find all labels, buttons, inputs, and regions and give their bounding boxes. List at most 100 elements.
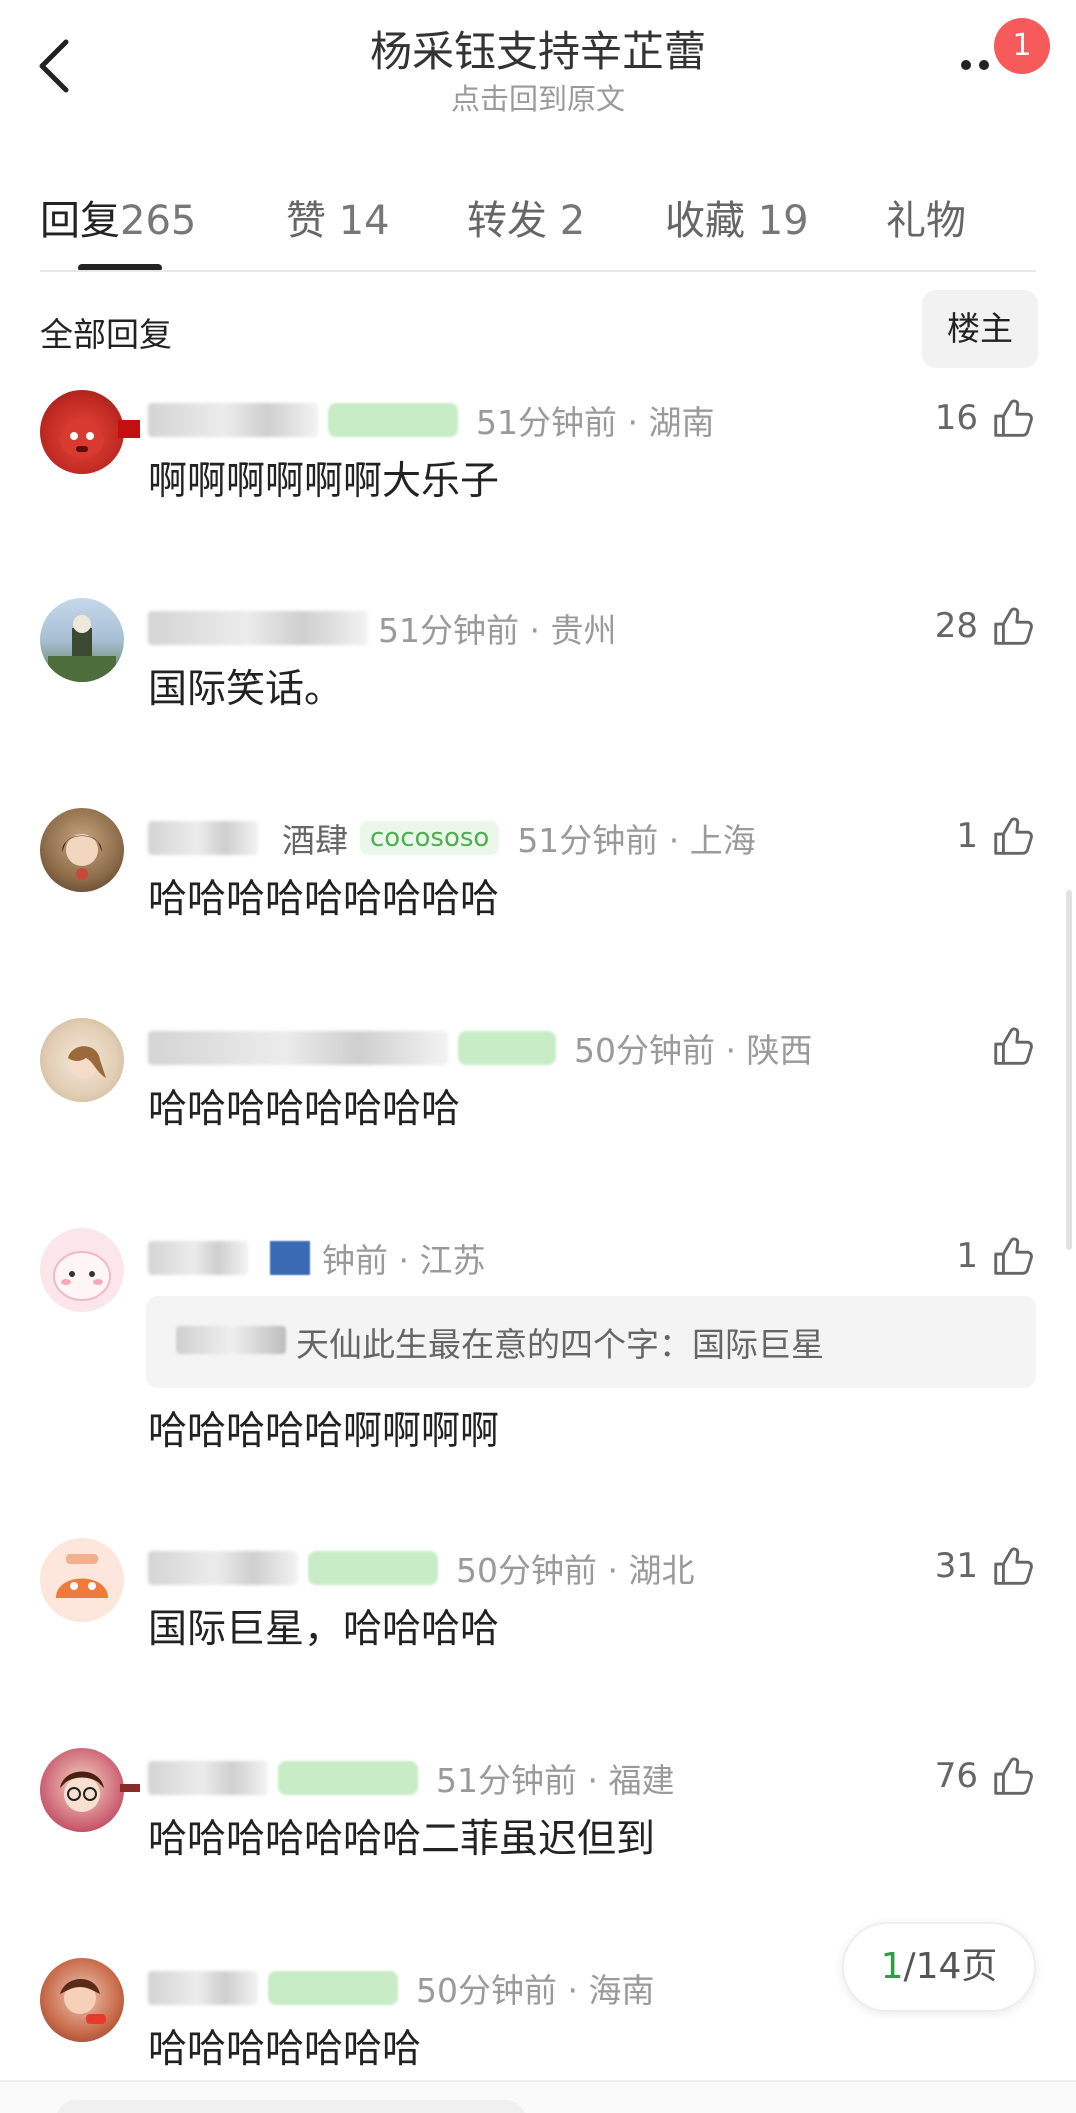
bottom-bar [0,2080,1076,2113]
comment-meta: 51分钟前 · 湖南 [148,396,714,444]
like-count: 31 [934,1546,978,1586]
avatar[interactable] [40,1228,124,1312]
avatar[interactable] [40,1018,124,1102]
notification-badge[interactable]: 1 [994,18,1050,74]
scrollbar[interactable] [1066,890,1072,1250]
more-dot [979,60,989,70]
level-tag [308,1551,438,1585]
comment-text: 哈哈哈哈哈哈哈哈 [148,1087,461,1132]
tab-count: 2 [559,198,586,244]
top-bar: 杨采钰支持辛芷蕾 点击回到原文 1 [0,0,1076,130]
comment-text: 啊啊啊啊啊啊大乐子 [148,459,500,504]
username-redacted[interactable] [148,1551,298,1585]
avatar-badge [118,420,140,438]
avatar[interactable] [40,1748,124,1832]
avatar[interactable] [40,808,124,892]
level-tag [268,1971,398,2005]
thumb-up-icon [994,1027,1033,1065]
level-tag [328,403,458,437]
time-location: 50分钟前 · 陕西 [574,1031,813,1070]
like-button[interactable]: 28 [935,598,1036,654]
comment-text: 国际巨星，哈哈哈哈 [148,1607,500,1652]
avatar[interactable] [40,1538,124,1622]
username-redacted[interactable] [148,1971,258,2005]
time-location: 51分钟前 · 福建 [436,1761,675,1800]
tab-label: 礼物 [886,198,966,244]
thumb-up-icon [994,1547,1033,1585]
comment-text: 哈哈哈哈哈啊啊啊啊 [148,1409,500,1454]
comment-text: 哈哈哈哈哈哈哈哈哈 [148,877,500,922]
thumb-up-icon [994,399,1033,437]
username-redacted[interactable] [148,1031,448,1065]
like-count: 16 [934,398,978,438]
quoted-text: 天仙此生最在意的四个字：国际巨星 [296,1325,824,1364]
page-indicator[interactable]: 1/14页 [842,1922,1036,2012]
tab-favorites[interactable]: 收藏 19 [665,188,809,246]
quoted-reply[interactable]: 天仙此生最在意的四个字：国际巨星 [146,1296,1036,1388]
like-count: 1 [956,816,978,856]
like-button[interactable]: 1 [956,1228,1036,1284]
avatar-badge [120,1784,140,1792]
comment-meta: 酒肆 cocososo 51分钟前 · 上海 [148,814,756,862]
like-count: 1 [956,1236,978,1276]
like-count: 28 [934,606,978,646]
tab-likes[interactable]: 赞 14 [286,188,390,246]
tab-count: 14 [338,198,390,244]
like-button[interactable]: 1 [956,808,1036,864]
page-title: 杨采钰支持辛芷蕾 [369,27,706,76]
username-redacted[interactable] [148,403,318,437]
comment-text: 哈哈哈哈哈哈哈 [148,2027,422,2072]
avatar[interactable] [40,1958,124,2042]
tab-replies[interactable]: 回复265 [40,188,196,246]
reply-input[interactable] [56,2100,526,2113]
time-location: 50分钟前 · 湖北 [456,1551,695,1590]
like-button[interactable]: 16 [935,390,1036,446]
level-tag [458,1031,556,1065]
tab-label: 回复 [40,198,120,244]
more-dots-icon [961,60,971,70]
thumb-up-icon [994,1757,1033,1795]
comment-meta: 51分钟前 · 贵州 [148,604,616,652]
back-to-post-link[interactable]: 点击回到原文 [0,76,1076,118]
comment-meta: 50分钟前 · 陕西 [148,1024,812,1072]
username-redacted[interactable] [148,611,368,645]
total-pages: /14页 [903,1946,998,1987]
username-redacted[interactable] [148,1761,268,1795]
thumb-up-icon [994,607,1033,645]
tab-label: 收藏 [665,198,745,244]
comment-meta: 50分钟前 · 湖北 [148,1544,694,1592]
quoted-username-redacted [176,1326,286,1354]
time-location: 51分钟前 · 贵州 [378,611,617,650]
level-tag [270,1241,310,1275]
divider [40,270,1036,272]
comment-text: 哈哈哈哈哈哈哈二菲虽迟但到 [148,1817,656,1862]
tab-gifts[interactable]: 礼物 [886,188,966,246]
tab-count: 265 [120,198,197,244]
like-button[interactable]: 31 [935,1538,1036,1594]
more-button[interactable] [955,52,999,76]
tab-label: 赞 [286,198,326,244]
avatar[interactable] [40,598,124,682]
time-location: 51分钟前 · 上海 [517,821,756,860]
like-button[interactable] [978,1018,1036,1074]
current-page: 1 [880,1946,904,1987]
op-only-button[interactable]: 楼主 [922,290,1038,368]
avatar[interactable] [40,390,124,474]
tab-label: 转发 [467,198,547,244]
username-redacted[interactable] [148,1241,248,1275]
comment-text: 国际笑话。 [148,667,344,712]
thumb-up-icon [994,817,1033,855]
comment-meta: 51分钟前 · 福建 [148,1754,674,1802]
username-partial[interactable]: 酒肆 [282,814,348,862]
tab-count: 19 [757,198,809,244]
time-location: 钟前 · 江苏 [322,1241,486,1280]
level-tag: cocososo [360,821,500,855]
username-redacted[interactable] [148,821,258,855]
thumb-up-icon [994,1237,1033,1275]
all-replies-filter[interactable]: 全部回复 [40,308,172,356]
level-tag [278,1761,418,1795]
like-button[interactable]: 76 [935,1748,1036,1804]
tab-reposts[interactable]: 转发 2 [467,188,585,246]
time-location: 51分钟前 · 湖南 [476,403,715,442]
tab-bar: 回复265 赞 14 转发 2 收藏 19 礼物 [0,170,1076,270]
